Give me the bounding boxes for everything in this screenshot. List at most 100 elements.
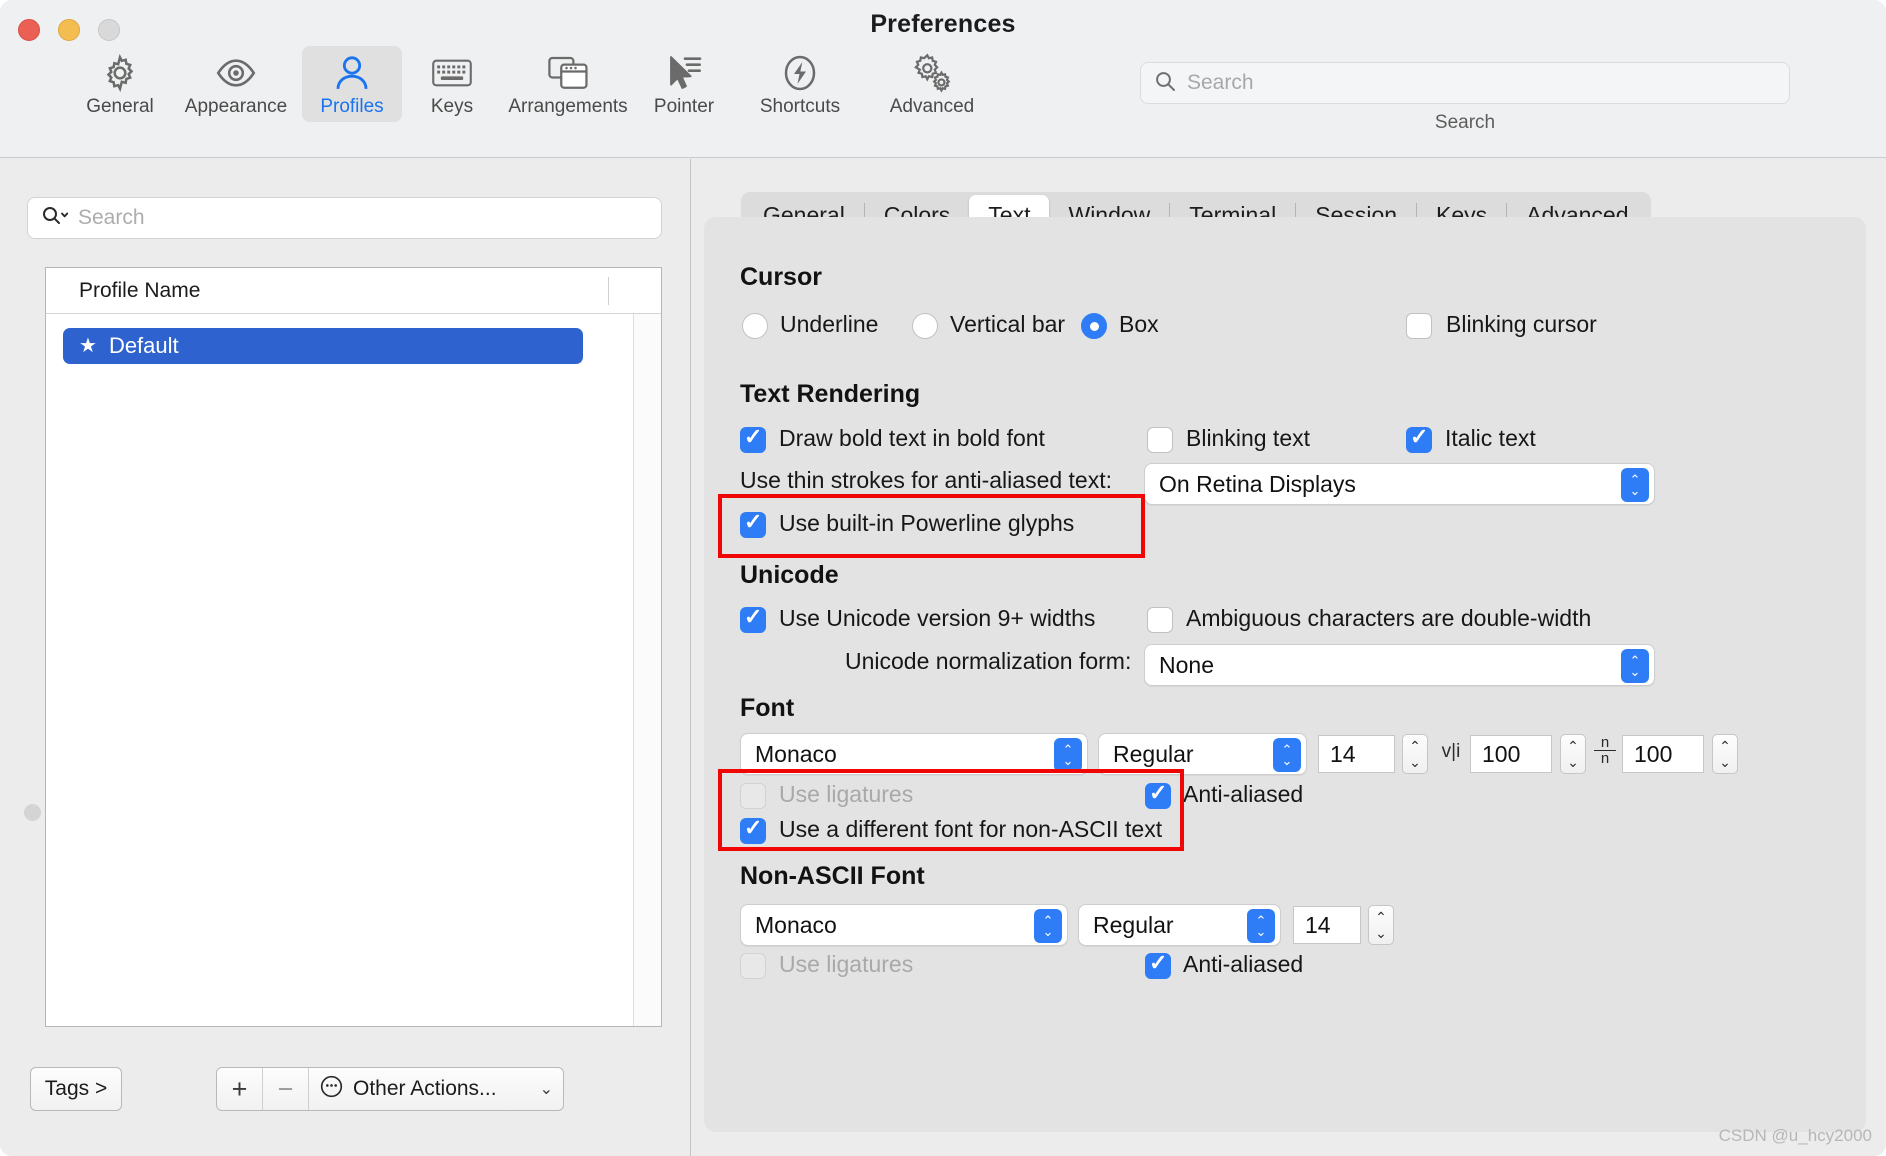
gears-icon [910,52,954,94]
profile-table-header: Profile Name [46,268,661,314]
horizontal-spacing-stepper[interactable]: ⌃ ⌄ [1560,734,1586,774]
checkbox-antialiased-nonascii-label: Anti-aliased [1183,951,1304,977]
toolbar-item-shortcuts[interactable]: Shortcuts [734,46,866,122]
toolbar-item-label: Appearance [184,96,288,117]
search-dropdown-icon[interactable] [40,204,70,233]
text-settings-card: Cursor Underline Vertical bar Box Blinki… [704,217,1866,1132]
nonascii-font-size-stepper[interactable]: ⌃ ⌄ [1368,905,1394,945]
section-title-text-rendering: Text Rendering [740,380,921,408]
other-actions-button[interactable]: Other Actions... ⌄ [309,1068,563,1110]
checkbox-antialiased-nonascii[interactable] [1145,950,1171,979]
section-title-unicode: Unicode [740,561,839,589]
unicode-normalization-select[interactable]: None ⌃ ⌄ [1144,644,1655,686]
toolbar-item-appearance[interactable]: Appearance [170,46,302,122]
toolbar-item-arrangements[interactable]: Arrangements [502,46,634,122]
window-titlebar: Preferences General Appearance Profiles … [0,0,1886,158]
toolbar-item-pointer[interactable]: Pointer [634,46,734,122]
column-header-profile-name[interactable]: Profile Name [46,279,200,303]
toolbar-item-label: Shortcuts [759,96,841,117]
checkbox-powerline-glyphs-label: Use built-in Powerline glyphs [779,510,1075,536]
chevron-down-icon: ⌄ [539,1081,553,1098]
profiles-sidebar: Profile Name ★ Default Tags > + − [0,159,691,1156]
checkbox-antialiased-font[interactable] [1145,780,1171,809]
horizontal-spacing-field[interactable]: 100 [1470,735,1552,773]
toolbar-item-keys[interactable]: Keys [402,46,502,122]
nonascii-font-family-value: Monaco [755,911,837,938]
radio-box[interactable] [1081,313,1107,339]
add-profile-button[interactable]: + [217,1068,263,1110]
toolbar-item-advanced[interactable]: Advanced [866,46,998,122]
radio-vertical-bar[interactable] [912,313,938,339]
chevron-updown-icon: ⌃ ⌄ [1621,649,1649,683]
checkbox-different-font-nonascii[interactable] [740,815,766,844]
cursor-icon [664,52,704,94]
ellipsis-circle-icon [319,1074,344,1105]
checkbox-ambiguous-double-width[interactable] [1147,607,1173,633]
radio-underline[interactable] [742,313,768,339]
tags-button[interactable]: Tags > [30,1067,122,1111]
unicode-normalization-value: None [1159,651,1214,678]
font-family-select[interactable]: Monaco ⌃ ⌄ [740,733,1088,775]
toolbar-item-label: Keys [430,96,474,117]
windows-icon [547,52,589,94]
checkbox-draw-bold-text[interactable] [740,424,766,453]
profile-search-input[interactable] [78,206,638,230]
checkbox-use-ligatures-nonascii [740,953,766,979]
search-input[interactable] [1187,71,1747,95]
person-icon [333,52,371,94]
nonascii-font-style-value: Regular [1093,911,1174,938]
toolbar-item-general[interactable]: General [70,46,170,122]
bolt-icon [780,52,820,94]
toolbar-item-label: Arrangements [508,96,628,117]
eye-icon [215,52,257,94]
checkbox-blinking-cursor[interactable] [1406,313,1432,339]
thin-strokes-select[interactable]: On Retina Displays ⌃ ⌄ [1144,463,1655,505]
checkbox-italic-text[interactable] [1406,424,1432,453]
unicode-normalization-label: Unicode normalization form: [845,648,1132,674]
toolbar-item-label: Advanced [889,96,975,117]
font-family-value: Monaco [755,740,837,767]
checkbox-blinking-text-label: Blinking text [1186,425,1311,451]
profile-list-scrollbar[interactable] [633,314,661,1026]
font-style-value: Regular [1113,740,1194,767]
checkbox-blinking-text[interactable] [1147,427,1173,453]
profile-search-box[interactable] [27,197,662,239]
checkbox-use-ligatures-font [740,783,766,809]
toolbar-item-label: Pointer [653,96,715,117]
watermark: CSDN @u_hcy2000 [1718,1126,1872,1145]
checkbox-italic-text-label: Italic text [1445,425,1536,451]
nonascii-font-size-field[interactable]: 14 [1293,906,1361,944]
font-style-select[interactable]: Regular ⌃ ⌄ [1098,733,1307,775]
checkbox-draw-bold-text-label: Draw bold text in bold font [779,425,1045,451]
vertical-spacing-field[interactable]: 100 [1622,735,1704,773]
toolbar-search-area: Search [1140,62,1790,134]
table-row[interactable]: ★ Default [63,328,583,364]
chevron-updown-icon: ⌃ ⌄ [1034,909,1062,943]
checkbox-powerline-glyphs[interactable] [740,509,766,538]
font-size-stepper[interactable]: ⌃ ⌄ [1402,734,1428,774]
radio-box-label: Box [1119,311,1159,337]
checkbox-unicode-9-widths[interactable] [740,604,766,633]
checkbox-antialiased-font-label: Anti-aliased [1183,781,1304,807]
search-box[interactable] [1140,62,1790,104]
checkbox-blinking-cursor-label: Blinking cursor [1446,311,1597,337]
profile-action-group: + − Other Actions... ⌄ [216,1067,564,1111]
chevron-updown-icon: ⌃ ⌄ [1273,738,1301,772]
column-divider[interactable] [608,277,609,305]
chevron-updown-icon: ⌃ ⌄ [1054,738,1082,772]
profile-table-body: ★ Default [46,314,661,1026]
nonascii-font-family-select[interactable]: Monaco ⌃ ⌄ [740,904,1068,946]
section-title-cursor: Cursor [740,263,822,291]
chevron-updown-icon: ⌃ ⌄ [1621,468,1649,502]
vertical-spacing-stepper[interactable]: ⌃ ⌄ [1712,734,1738,774]
preferences-window: Preferences General Appearance Profiles … [0,0,1886,1156]
font-size-field[interactable]: 14 [1318,735,1395,773]
nonascii-font-style-select[interactable]: Regular ⌃ ⌄ [1078,904,1281,946]
horizontal-spacing-icon: v|i [1441,741,1461,762]
thin-strokes-value: On Retina Displays [1159,470,1356,497]
remove-profile-button[interactable]: − [263,1068,309,1110]
gear-icon [100,52,140,94]
toolbar-item-profiles[interactable]: Profiles [302,46,402,122]
sidebar-drag-handle[interactable] [24,804,41,821]
radio-underline-label: Underline [780,311,879,337]
